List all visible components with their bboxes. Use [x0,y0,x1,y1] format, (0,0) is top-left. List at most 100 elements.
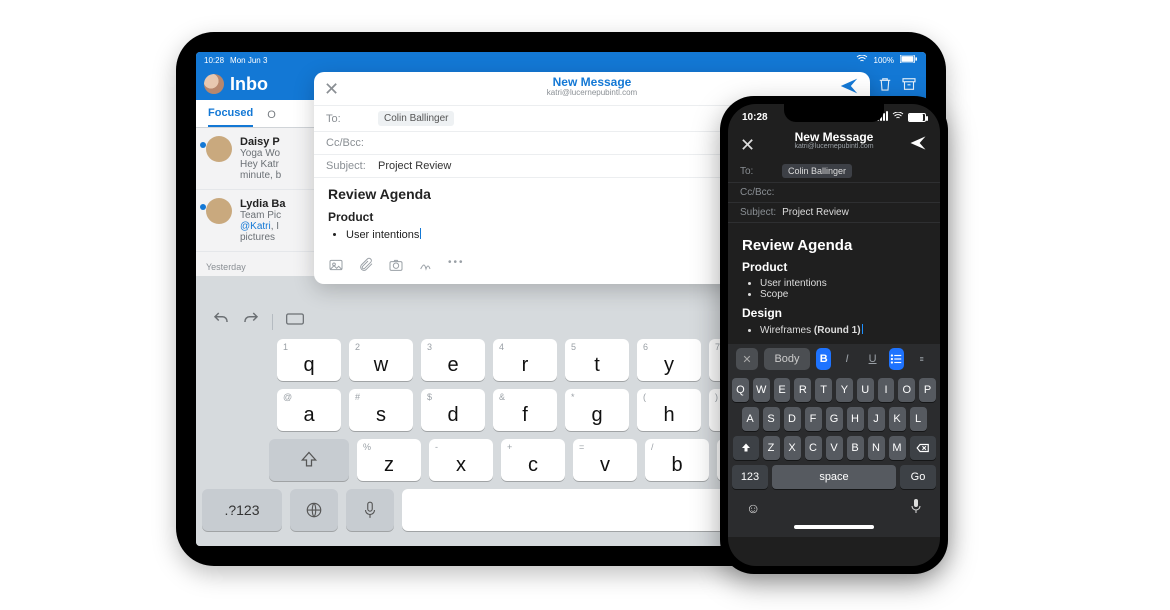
cc-label: Cc/Bcc: [326,137,370,149]
bullet-list-button[interactable] [889,348,904,370]
key-q[interactable]: Q [732,378,749,402]
to-field[interactable]: To: Colin Ballinger [728,160,940,183]
more-icon[interactable]: ••• [448,257,465,278]
delete-key[interactable] [910,436,936,460]
key-w[interactable]: 2w [349,339,413,381]
key-d[interactable]: $d [421,389,485,431]
shift-key[interactable] [269,439,349,481]
compose-body[interactable]: Review Agenda Product User intentionsSco… [728,223,940,344]
camera-icon[interactable] [388,257,404,278]
cc-label: Cc/Bcc: [740,187,776,198]
globe-key[interactable] [290,489,338,531]
key-x[interactable]: X [784,436,801,460]
to-label: To: [326,113,370,125]
subject-label: Subject: [740,207,776,218]
key-e[interactable]: E [774,378,791,402]
body-bullet: User intentions [346,229,421,241]
key-e[interactable]: 3e [421,339,485,381]
italic-button[interactable]: I [837,348,856,370]
key-r[interactable]: 4r [493,339,557,381]
key-z[interactable]: Z [763,436,780,460]
key-h[interactable]: (h [637,389,701,431]
key-v[interactable]: V [826,436,843,460]
battery-icon [908,113,926,122]
body-bullet: Scope [760,289,926,300]
format-bar: ✕ Body B I U [728,344,940,374]
key-i[interactable]: I [878,378,895,402]
key-f[interactable]: &f [493,389,557,431]
key-c[interactable]: C [805,436,822,460]
key-s[interactable]: S [763,407,780,431]
key-y[interactable]: Y [836,378,853,402]
underline-button[interactable]: U [863,348,883,370]
numbers-key[interactable]: 123 [732,465,768,489]
key-h[interactable]: H [847,407,864,431]
clipboard-icon[interactable] [285,312,305,331]
key-d[interactable]: D [784,407,801,431]
key-w[interactable]: W [753,378,770,402]
iphone-keyboard[interactable]: QWERTYUIOP ASDFGHJKL ZXCVBNM 123spaceGo … [728,374,940,537]
subject-field[interactable]: Subject: Project Review [728,203,940,223]
body-section-title: Product [742,260,926,274]
key-l[interactable]: L [910,407,927,431]
tab-other[interactable]: O [267,109,276,127]
preview-line: Yoga Wo [240,148,281,159]
key-q[interactable]: 1q [277,339,341,381]
recipient-chip[interactable]: Colin Ballinger [378,111,454,126]
mic-icon[interactable] [910,498,922,517]
preview-line: Hey Katr [240,159,281,170]
key-v[interactable]: =v [573,439,637,481]
mic-key[interactable] [346,489,394,531]
avatar [206,136,232,162]
go-key[interactable]: Go [900,465,936,489]
emoji-icon[interactable]: ☺ [746,500,760,516]
undo-icon[interactable] [212,310,230,333]
key-s[interactable]: #s [349,389,413,431]
numbered-list-button[interactable] [910,348,932,370]
text-style-button[interactable]: Body [764,348,810,370]
insert-image-icon[interactable] [328,257,344,278]
key-g[interactable]: G [826,407,843,431]
numbers-key[interactable]: .?123 [202,489,282,531]
home-indicator[interactable] [794,525,874,529]
attach-icon[interactable] [358,257,374,278]
tab-focused[interactable]: Focused [208,107,253,127]
key-b[interactable]: /b [645,439,709,481]
key-t[interactable]: 5t [565,339,629,381]
key-r[interactable]: R [794,378,811,402]
key-j[interactable]: J [868,407,885,431]
key-f[interactable]: F [805,407,822,431]
status-time: 10:28 [742,112,768,123]
bold-button[interactable]: B [816,348,831,370]
iphone-screen: 10:28 ✕ New Message katri@lucernepubintl… [728,104,940,566]
avatar[interactable] [204,74,224,94]
space-key[interactable]: space [772,465,896,489]
key-a[interactable]: @a [277,389,341,431]
key-g[interactable]: *g [565,389,629,431]
redo-icon[interactable] [242,310,260,333]
key-c[interactable]: +c [501,439,565,481]
key-m[interactable]: M [889,436,906,460]
recipient-chip[interactable]: Colin Ballinger [782,164,852,178]
key-y[interactable]: 6y [637,339,701,381]
key-z[interactable]: %z [357,439,421,481]
close-format-icon[interactable]: ✕ [736,348,758,370]
subject-value: Project Review [378,160,451,172]
key-n[interactable]: N [868,436,885,460]
key-a[interactable]: A [742,407,759,431]
archive-icon[interactable] [900,75,918,93]
cc-bcc-field[interactable]: Cc/Bcc: [728,183,940,203]
trash-icon[interactable] [876,75,894,93]
sender-name: Daisy P [240,136,281,148]
key-o[interactable]: O [898,378,915,402]
key-u[interactable]: U [857,378,874,402]
body-bullet: User intentions [760,278,926,289]
key-x[interactable]: -x [429,439,493,481]
signature-icon[interactable] [418,257,434,278]
subject-value: Project Review [782,207,849,218]
shift-key[interactable] [733,436,759,460]
key-p[interactable]: P [919,378,936,402]
key-k[interactable]: K [889,407,906,431]
key-b[interactable]: B [847,436,864,460]
key-t[interactable]: T [815,378,832,402]
